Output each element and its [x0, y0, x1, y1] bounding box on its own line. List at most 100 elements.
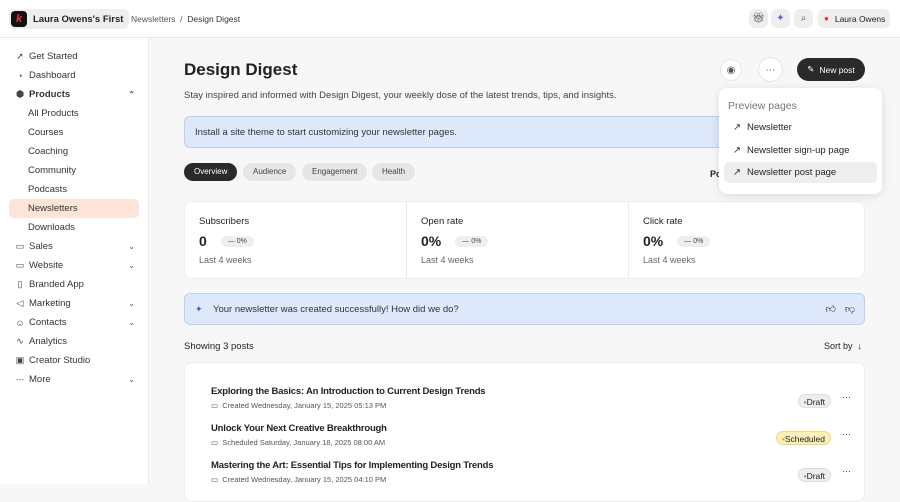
tab-health[interactable]: Health: [372, 163, 416, 181]
sidebar-item-label: Analytics: [29, 336, 68, 347]
chevron-icon[interactable]: ⌄: [128, 318, 135, 327]
sidebar-item-branded-app[interactable]: ▯ Branded App: [9, 275, 139, 294]
sidebar-item-products[interactable]: ⬢ Products ⌃: [9, 85, 139, 104]
website-icon: ▭: [15, 260, 25, 270]
gift-icon[interactable]: 🎁︎: [749, 9, 768, 28]
search-icon[interactable]: ⌕: [794, 9, 813, 28]
sidebar-item-label: Downloads: [28, 222, 75, 233]
sidebar-item-label: Website: [29, 260, 64, 271]
feedback-banner: ✦ Your newsletter was created successful…: [184, 293, 865, 325]
chevron-icon[interactable]: ⌄: [128, 375, 135, 384]
new-post-label: New post: [819, 64, 855, 75]
stat-title: Click rate: [643, 216, 683, 227]
item-label: Newsletter: [746, 122, 792, 133]
sidebar-item-dashboard[interactable]: ◔ Dashboard: [9, 66, 139, 85]
tab-engagement[interactable]: Engagement: [302, 163, 368, 181]
brand-name: Laura Owens's First: [33, 13, 124, 25]
rocket-icon: ➚: [16, 51, 24, 61]
calendar-icon: ▭: [211, 438, 219, 447]
sidebar-item-creator-studio[interactable]: ▣ Creator Studio: [9, 351, 139, 370]
sidebar-item-label: Creator Studio: [29, 355, 91, 366]
box-icon: ⬢: [16, 89, 24, 99]
post-row[interactable]: Exploring the Basics: An Introduction to…: [211, 386, 851, 422]
post-title[interactable]: Unlock Your Next Creative Breakthrough: [211, 423, 851, 434]
new-post-button[interactable]: ✎ New post: [797, 58, 865, 81]
more-icon: ⋯: [15, 374, 25, 384]
breadcrumb-newsletters[interactable]: Newsletters: [131, 14, 175, 24]
dropdown-heading: Preview pages: [728, 100, 797, 112]
user-name: Laura Owens: [834, 13, 886, 24]
stat-title: Open rate: [421, 216, 464, 227]
calendar-icon: ▭: [211, 401, 219, 410]
post-date: Created Wednesday, January 15, 2025 04:1…: [222, 475, 387, 484]
thumbs-up-icon[interactable]: 👍︎: [826, 303, 836, 315]
sidebar-item-label: Branded App: [29, 279, 84, 290]
sidebar-item-label: Get Started: [29, 51, 78, 62]
external-link-icon: ↗: [733, 122, 741, 133]
sidebar-item-newsletters[interactable]: Newsletters: [9, 199, 139, 218]
sidebar-item-label: Sales: [29, 241, 53, 252]
breadcrumb-current: Design Digest: [187, 14, 241, 24]
sidebar-item-get-started[interactable]: ➚ Get Started: [9, 47, 139, 66]
sidebar-item-courses[interactable]: Courses: [9, 123, 139, 142]
brand-logo: k: [11, 11, 27, 27]
sidebar-item-contacts[interactable]: ☺ Contacts ⌄: [9, 313, 139, 332]
stat-value: 0: [199, 233, 207, 249]
stat-change: — 0%: [220, 235, 254, 247]
stat-title: Subscribers: [199, 216, 250, 227]
sidebar-item-coaching[interactable]: Coaching: [9, 142, 139, 161]
eye-icon[interactable]: ◉: [720, 59, 742, 81]
tab-audience[interactable]: Audience: [243, 163, 297, 181]
post-title[interactable]: Exploring the Basics: An Introduction to…: [211, 386, 851, 397]
post-row[interactable]: Mastering the Art: Essential Tips for Im…: [211, 460, 851, 496]
chevron-icon[interactable]: ⌄: [128, 242, 135, 251]
feedback-text: Your newsletter was created successfully…: [213, 303, 459, 315]
more-options-button[interactable]: ⋯: [758, 57, 783, 82]
sidebar-item-website[interactable]: ▭ Website ⌄: [9, 256, 139, 275]
sidebar-item-label: Courses: [28, 127, 64, 138]
stat-change: — 0%: [677, 235, 711, 247]
chevron-icon[interactable]: ⌄: [128, 299, 135, 308]
sales-icon: ▭: [15, 241, 25, 251]
post-row[interactable]: Unlock Your Next Creative Breakthrough ▭…: [211, 423, 851, 459]
post-more-icon[interactable]: ⋯: [842, 392, 851, 403]
brand-switcher[interactable]: k Laura Owens's First: [9, 9, 130, 29]
avatar-icon: ●: [824, 14, 829, 23]
sidebar-item-podcasts[interactable]: Podcasts: [9, 180, 139, 199]
sort-button[interactable]: Sort by ↓: [824, 341, 862, 351]
sidebar-item-downloads[interactable]: Downloads: [9, 218, 139, 237]
status-badge: •Draft: [797, 394, 831, 408]
sparkle-icon[interactable]: ✦: [771, 9, 790, 28]
sidebar-item-analytics[interactable]: ∿ Analytics: [9, 332, 139, 351]
sidebar-item-label: Newsletters: [28, 203, 78, 214]
sidebar-item-label: Marketing: [29, 298, 71, 309]
sidebar-item-sales[interactable]: ▭ Sales ⌄: [9, 237, 139, 256]
page-title: Design Digest: [184, 60, 298, 79]
sidebar-item-more[interactable]: ⋯ More ⌄: [9, 370, 139, 389]
external-link-icon: ↗: [733, 145, 741, 156]
post-more-icon[interactable]: ⋯: [842, 466, 851, 477]
user-menu[interactable]: ● Laura Owens: [818, 9, 890, 28]
sidebar-item-label: Dashboard: [29, 70, 76, 81]
edit-icon: ✎: [807, 64, 815, 74]
thumbs-down-icon[interactable]: 👎︎: [845, 303, 855, 315]
tab-overview[interactable]: Overview: [184, 163, 238, 181]
sidebar-item-label: Products: [29, 89, 71, 100]
sidebar-item-label: All Products: [28, 108, 79, 119]
post-more-icon[interactable]: ⋯: [842, 429, 851, 440]
sidebar-item-all-products[interactable]: All Products: [9, 104, 139, 123]
sidebar-item-community[interactable]: Community: [9, 161, 139, 180]
chevron-icon[interactable]: ⌃: [128, 90, 135, 99]
stats-card: Subscribers 0— 0% Last 4 weeks Open rate …: [184, 201, 865, 279]
arrow-down-icon: ↓: [857, 341, 863, 351]
sidebar-item-label: More: [29, 374, 51, 385]
preview-signup-page[interactable]: ↗ Newsletter sign-up page: [724, 140, 877, 161]
phone-icon: ▯: [17, 279, 23, 289]
chevron-icon[interactable]: ⌄: [128, 261, 135, 270]
stat-open-rate: Open rate 0% — 0% Last 4 weeks: [407, 202, 629, 279]
stat-value: 0%: [421, 233, 442, 249]
preview-newsletter[interactable]: ↗ Newsletter: [724, 117, 877, 138]
preview-post-page[interactable]: ↗ Newsletter post page: [724, 162, 877, 183]
sidebar-item-marketing[interactable]: ◁ Marketing ⌄: [9, 294, 139, 313]
post-title[interactable]: Mastering the Art: Essential Tips for Im…: [211, 460, 851, 471]
